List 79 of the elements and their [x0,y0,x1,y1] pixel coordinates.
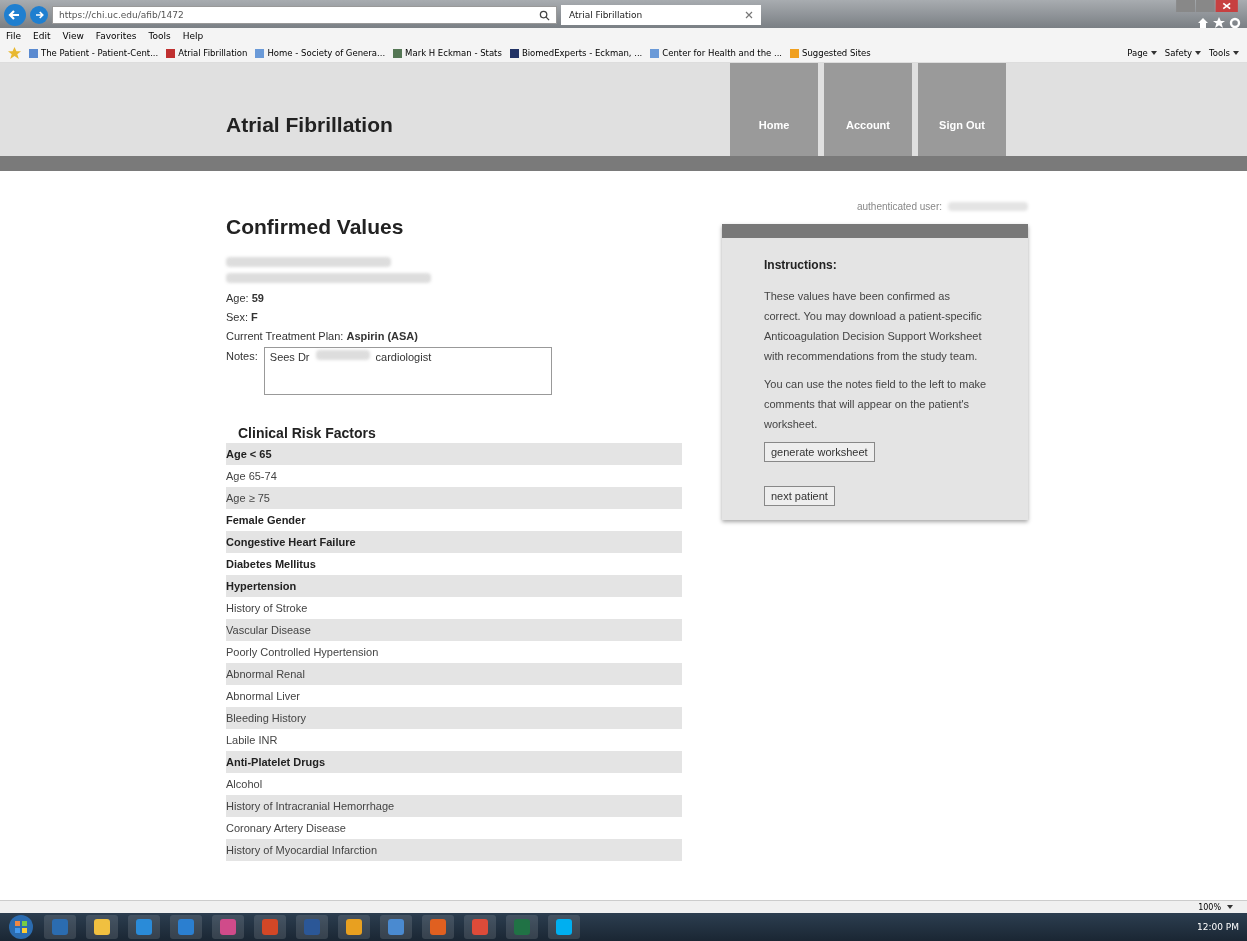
favorite-link[interactable]: Home - Society of Genera... [255,48,386,58]
caret-icon[interactable] [1227,905,1233,909]
forward-arrow-icon [33,9,45,21]
authenticated-user-label: authenticated user: [856,201,942,212]
risk-factor-row-text: Female Gender [226,513,307,528]
favorite-link[interactable]: Mark H Eckman - Stats [393,48,502,58]
taskbar-app-icon[interactable] [170,915,202,939]
taskbar-app-icon[interactable] [212,915,244,939]
field-text: Age: 59 [226,291,265,306]
risk-factor-row: Anti-Platelet Drugs [226,751,682,773]
risk-factor-row: Bleeding History [226,707,682,729]
favorite-link[interactable]: The Patient - Patient-Cent... [29,48,159,58]
field-text: Current Treatment Plan: Aspirin (ASA) [226,329,419,344]
risk-factor-row: Abnormal Renal [226,663,682,685]
command-menu[interactable]: Page [1127,48,1157,58]
menu-item[interactable]: Edit [33,31,51,41]
favorites-star-icon[interactable] [8,46,21,60]
taskbar-app-icon[interactable] [380,915,412,939]
favorite-link[interactable]: Center for Health and the ... [650,48,783,58]
menu-item[interactable]: View [62,31,84,41]
site-title: Atrial Fibrillation [226,112,393,138]
search-icon[interactable] [539,9,550,21]
risk-factor-row-text: Age 65-74 [226,469,278,484]
taskbar-app-icon[interactable] [464,915,496,939]
instructions-paragraph: You can use the notes field to the left to make comments that will appear on the patient's worksheet. [764,377,988,432]
risk-factor-row-text: Diabetes Mellitus [226,557,317,572]
clock[interactable]: 12:00 PM [1197,922,1239,932]
address-bar[interactable]: https://chi.uc.edu/afib/1472 [52,6,557,24]
start-icon[interactable] [8,914,34,940]
notes-text: cardiologist [375,350,432,364]
risk-factor-row: Age < 65 [226,443,682,465]
favorite-link[interactable]: Atrial Fibrillation [166,48,248,58]
browser-tab[interactable]: Atrial Fibrillation [561,5,761,25]
forward-button[interactable] [30,6,48,24]
notes-text: Sees Dr [269,350,310,364]
caret-icon [1150,51,1157,55]
taskbar-app-icon[interactable] [422,915,454,939]
redacted-text [315,350,370,360]
command-menu[interactable]: Safety [1164,48,1202,58]
risk-factor-row: History of Myocardial Infarction [226,839,682,861]
close-icon[interactable] [745,11,753,19]
caret-icon [1195,51,1202,55]
risk-factor-row: Congestive Heart Failure [226,531,682,553]
panel-heading: Instructions: [764,258,838,272]
risk-factor-row-text: Labile INR [226,733,279,748]
instructions-paragraph: These values have been confirmed as correct. You may download a patient-specific Anticoagulation Decision Support Worksheet with recommendations from the study team. [764,289,983,364]
command-menu[interactable]: Tools [1209,48,1239,58]
menu-item[interactable]: Help [182,31,204,41]
star-icon[interactable] [1213,17,1225,29]
zoom-level[interactable]: 100% [1198,902,1221,912]
notes-label: Notes: [226,349,258,364]
risk-factor-row-text: History of Stroke [226,601,309,616]
risk-factor-row-text: Poorly Controlled Hypertension [226,645,380,660]
favorite-link[interactable]: BiomedExperts - Eckman, ... [509,48,643,58]
page-heading: Confirmed Values [226,215,405,239]
risk-factor-row: History of Intracranial Hemorrhage [226,795,682,817]
home-icon[interactable] [1197,17,1209,29]
risk-factor-row: Vascular Disease [226,619,682,641]
taskbar-app-icon[interactable] [86,915,118,939]
risk-factor-row-text: Coronary Artery Disease [226,821,347,836]
risk-factor-row: Age ≥ 75 [226,487,682,509]
field-text: Sex: F [226,310,259,325]
menu-item[interactable]: Tools [148,31,171,41]
back-button[interactable] [4,4,26,26]
caret-icon [1233,51,1239,55]
action-button[interactable]: next patient [764,486,835,506]
section-heading: Clinical Risk Factors [238,425,377,441]
notes-field[interactable]: Sees Dr cardiologist [263,347,552,395]
taskbar-app-icon[interactable] [548,915,580,939]
taskbar-app-icon[interactable] [128,915,160,939]
favorite-link[interactable]: Suggested Sites [790,48,871,58]
risk-factor-row: Hypertension [226,575,682,597]
menu-item[interactable]: File [6,31,22,41]
taskbar-app-icon[interactable] [338,915,370,939]
risk-factor-row-text: Abnormal Liver [226,689,301,704]
menu-item[interactable]: Favorites [95,31,137,41]
risk-factor-row-text: Alcohol [226,777,264,792]
settings-icon[interactable] [1229,17,1241,29]
action-button[interactable]: generate worksheet [764,442,875,462]
